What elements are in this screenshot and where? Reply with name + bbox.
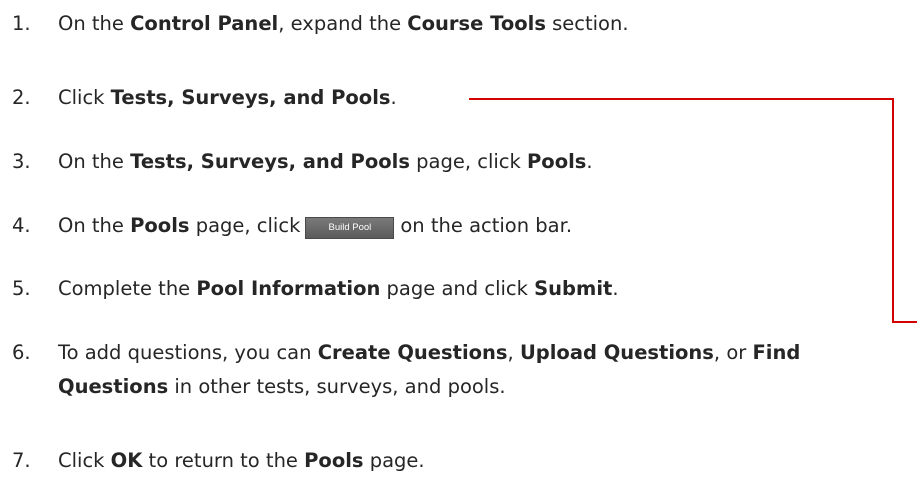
text-run: . [612,277,619,300]
text-run: , or [713,341,753,364]
bold-term: Questions [58,375,169,398]
text-run: in other tests, surveys, and pools. [168,375,506,398]
text-run: . [586,150,593,173]
text-run: On the [58,214,131,237]
text-run: On the [58,12,131,35]
text-run: Click [58,86,111,109]
step-number: 3. [12,150,31,173]
step-number: 4. [12,214,31,237]
bold-term: Tests, Surveys, and Pools [130,150,410,173]
bold-term: Submit [534,277,613,300]
step-text: To add questions, you can Create Questio… [58,339,800,366]
bold-term: Control Panel [130,12,279,35]
connector-line-horizontal-bottom [892,321,917,323]
step-text: On the Tests, Surveys, and Pools page, c… [58,148,593,175]
bold-term: Course Tools [407,12,546,35]
step-number: 2. [12,86,31,109]
connector-line-horizontal-top [469,98,894,100]
text-run: On the [58,150,131,173]
bold-term: Pool Information [196,277,381,300]
bold-term: Pools [304,449,364,472]
text-run: page. [363,449,425,472]
text-run: section. [545,12,629,35]
text-run: Complete the [58,277,197,300]
step-text: Complete the Pool Information page and c… [58,275,619,302]
text-run: on the action bar. [400,214,573,237]
step-text: On the Control Panel, expand the Course … [58,10,629,37]
bold-term: Find [752,341,801,364]
text-run: page, click [409,150,528,173]
bold-term: OK [110,449,143,472]
step-text-continuation: Questions in other tests, surveys, and p… [58,373,506,400]
text-run: To add questions, you can [58,341,318,364]
text-run: to return to the [142,449,305,472]
step-text: Click Tests, Surveys, and Pools. [58,84,397,111]
text-run: , [507,341,520,364]
step-number: 7. [12,449,31,472]
bold-term: Pools [130,214,190,237]
step-number: 1. [12,12,31,35]
build-pool-button[interactable]: Build Pool [305,216,395,239]
step-number: 6. [12,341,31,364]
step-text: On the Pools page, click Build Pool on the… [58,212,572,239]
step-text: Click OK to return to the Pools page. [58,447,425,474]
bold-term: Create Questions [317,341,508,364]
bold-term: Upload Questions [519,341,714,364]
text-run: page, click [189,214,301,237]
bold-term: Tests, Surveys, and Pools [110,86,391,109]
step-number: 5. [12,277,31,300]
text-run: Click [58,449,111,472]
text-run: . [390,86,397,109]
bold-term: Pools [527,150,587,173]
text-run: page and click [380,277,535,300]
connector-line-vertical [892,98,894,323]
text-run: , expand the [278,12,408,35]
